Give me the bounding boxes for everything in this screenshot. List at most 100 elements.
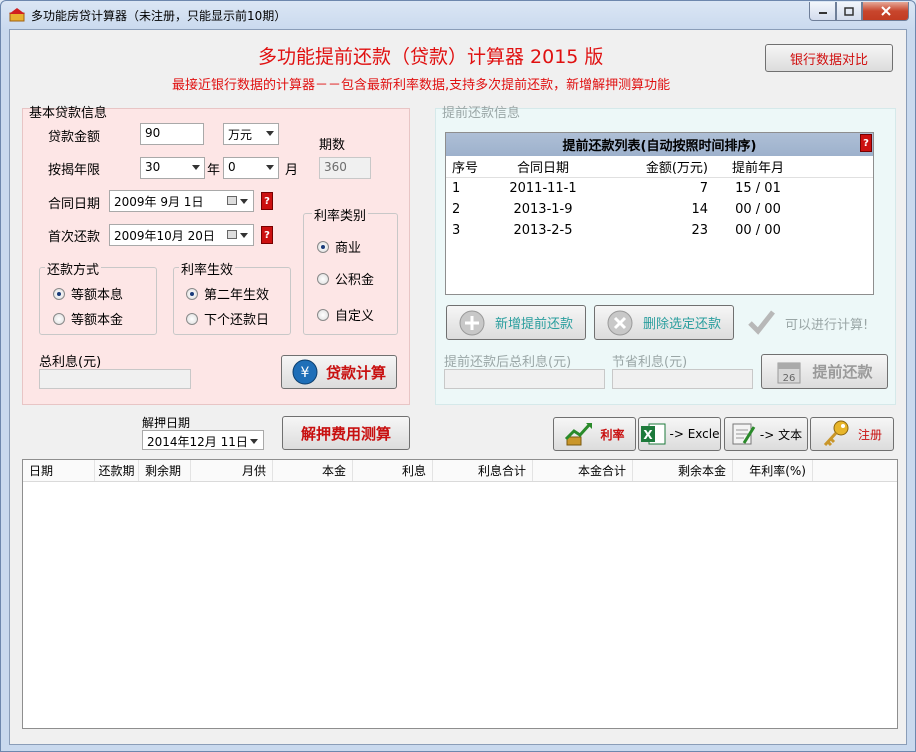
main-title: 多功能提前还款（贷款）计算器 2015 版: [258, 46, 604, 68]
total-interest-output: [39, 369, 191, 389]
radio-unchecked-icon: [317, 308, 329, 321]
rate-custom-radio[interactable]: 自定义: [317, 305, 374, 324]
amount-unit-value: 万元: [228, 128, 253, 142]
app-logo-icon: [9, 8, 25, 22]
maximize-icon: [844, 6, 854, 16]
col-date: 合同日期: [516, 161, 569, 176]
after-interest-label: 提前还款后总利息(元): [444, 355, 572, 370]
col-principal-total: 本金合计: [533, 460, 633, 481]
prepay-list[interactable]: 提前还款列表(自动按照时间排序) 序号 合同日期 金额(万元) 提前年月 1 2…: [445, 132, 874, 295]
release-calc-label: 解押费用测算: [300, 424, 391, 443]
method-equal-principal-radio[interactable]: 等额本金: [53, 309, 123, 328]
maximize-button[interactable]: [836, 2, 862, 21]
ready-status: 可以进行计算!: [785, 318, 869, 333]
chevron-down-icon: [240, 199, 248, 204]
add-prepay-label: 新增提前还款: [494, 317, 573, 332]
list-item[interactable]: 3 2013-2-5 23 00 / 00: [446, 220, 873, 241]
col-remaining: 剩余期: [139, 460, 191, 481]
export-excel-button[interactable]: X -> Excle: [638, 417, 721, 451]
rate-fund-radio[interactable]: 公积金: [317, 269, 374, 288]
svg-text:X: X: [643, 428, 653, 442]
col-interest: 利息: [353, 460, 433, 481]
export-excel-label: -> Excle: [669, 427, 720, 441]
minimize-button[interactable]: [809, 2, 836, 21]
register-button[interactable]: 注册: [810, 417, 894, 451]
chart-coins-icon: [565, 422, 593, 446]
loan-calc-label: 贷款计算: [325, 363, 386, 382]
chevron-down-icon: [250, 439, 258, 444]
release-date-value: 2014年12月 11日: [147, 435, 248, 449]
add-prepay-button[interactable]: 新增提前还款: [446, 305, 586, 340]
chevron-down-icon: [266, 131, 274, 136]
rate-custom-label: 自定义: [335, 309, 375, 324]
export-text-button[interactable]: -> 文本: [724, 417, 808, 451]
effect-second-year-radio[interactable]: 第二年生效: [186, 284, 269, 303]
row-date: 2011-11-1: [509, 181, 577, 196]
calendar-icon: 26: [777, 362, 801, 384]
minimize-icon: [818, 12, 827, 14]
contract-date-picker[interactable]: 2009年 9月 1日: [109, 190, 254, 212]
prepay-panel: 提前还款信息 提前还款列表(自动按照时间排序) 序号 合同日期 金额(万元) 提…: [435, 106, 896, 405]
row-amount: 14: [691, 202, 708, 217]
calendar-icon: [227, 230, 237, 239]
subtitle: 最接近银行数据的计算器－－包含最新利率数据,支持多次提前还款，新增解押测算功能: [172, 78, 671, 93]
period-output: 360: [319, 157, 371, 179]
col-amount: 金额(万元): [645, 161, 708, 176]
prepay-list-header: 提前还款列表(自动按照时间排序): [446, 133, 873, 156]
col-principal: 本金: [273, 460, 353, 481]
amount-unit-select[interactable]: 万元: [223, 123, 279, 145]
list-item[interactable]: 1 2011-11-1 7 15 / 01: [446, 178, 873, 199]
schedule-table[interactable]: 日期 还款期 剩余期 月供 本金 利息 利息合计 本金合计 剩余本金 年利率(%…: [22, 459, 898, 729]
after-interest-output: [444, 369, 605, 389]
first-pay-label: 首次还款: [48, 230, 101, 245]
prepay-list-columns: 序号 合同日期 金额(万元) 提前年月: [446, 156, 873, 178]
period-label: 期数: [319, 138, 346, 153]
first-pay-date-picker[interactable]: 2009年10月 20日: [109, 224, 254, 246]
row-date: 2013-1-9: [513, 202, 573, 217]
months-select[interactable]: 0: [223, 157, 279, 179]
title-bar[interactable]: 多功能房贷计算器（未注册，只能显示前10期）: [1, 1, 915, 29]
method-equal-payment-radio[interactable]: 等额本息: [53, 284, 123, 303]
list-item[interactable]: 2 2013-1-9 14 00 / 00: [446, 199, 873, 220]
rate-button[interactable]: 利率: [553, 417, 636, 451]
bank-compare-button[interactable]: 银行数据对比: [765, 44, 893, 72]
row-amount: 7: [699, 181, 708, 196]
radio-checked-icon: [53, 287, 65, 300]
row-no: 1: [452, 181, 461, 196]
contract-help-icon[interactable]: ?: [261, 192, 273, 210]
loan-calc-button[interactable]: ¥ 贷款计算: [281, 355, 397, 389]
row-ym: 15 / 01: [735, 181, 781, 196]
method-equal-payment-label: 等额本息: [71, 288, 124, 303]
years-select[interactable]: 30: [140, 157, 205, 179]
years-unit: 年: [207, 163, 221, 178]
first-pay-help-icon[interactable]: ?: [261, 226, 273, 244]
release-date-picker[interactable]: 2014年12月 11日: [142, 430, 264, 450]
col-annual-rate: 年利率(%): [733, 460, 813, 481]
effect-next-payment-radio[interactable]: 下个还款日: [186, 309, 269, 328]
row-ym: 00 / 00: [735, 223, 781, 238]
row-amount: 23: [691, 223, 708, 238]
rate-type-title: 利率类别: [312, 205, 369, 224]
rate-commercial-radio[interactable]: 商业: [317, 237, 361, 256]
release-calc-button[interactable]: 解押费用测算: [282, 416, 410, 450]
export-text-label: -> 文本: [759, 427, 803, 442]
row-no: 2: [452, 202, 461, 217]
close-button[interactable]: [862, 2, 909, 21]
prepay-calc-button[interactable]: 26 提前还款: [761, 354, 888, 389]
method-equal-principal-label: 等额本金: [71, 313, 124, 328]
radio-checked-icon: [186, 287, 198, 300]
close-circle-icon: [607, 310, 633, 335]
delete-prepay-button[interactable]: 删除选定还款: [594, 305, 734, 340]
effect-next-payment-label: 下个还款日: [204, 313, 270, 328]
amount-input[interactable]: 90: [140, 123, 204, 145]
save-interest-label: 节省利息(元): [612, 355, 688, 370]
col-interest-total: 利息合计: [433, 460, 533, 481]
row-ym: 00 / 00: [735, 202, 781, 217]
chevron-down-icon: [266, 165, 274, 170]
col-ym: 提前年月: [731, 161, 784, 176]
schedule-table-header: 日期 还款期 剩余期 月供 本金 利息 利息合计 本金合计 剩余本金 年利率(%…: [23, 460, 897, 482]
chevron-down-icon: [240, 233, 248, 238]
basic-loan-panel: 基本贷款信息 贷款金额 90 万元 期数 按揭年限 30 年 0 月 360 合…: [22, 106, 410, 405]
bank-compare-label: 银行数据对比: [789, 52, 868, 68]
prepay-help-icon[interactable]: ?: [860, 134, 872, 152]
